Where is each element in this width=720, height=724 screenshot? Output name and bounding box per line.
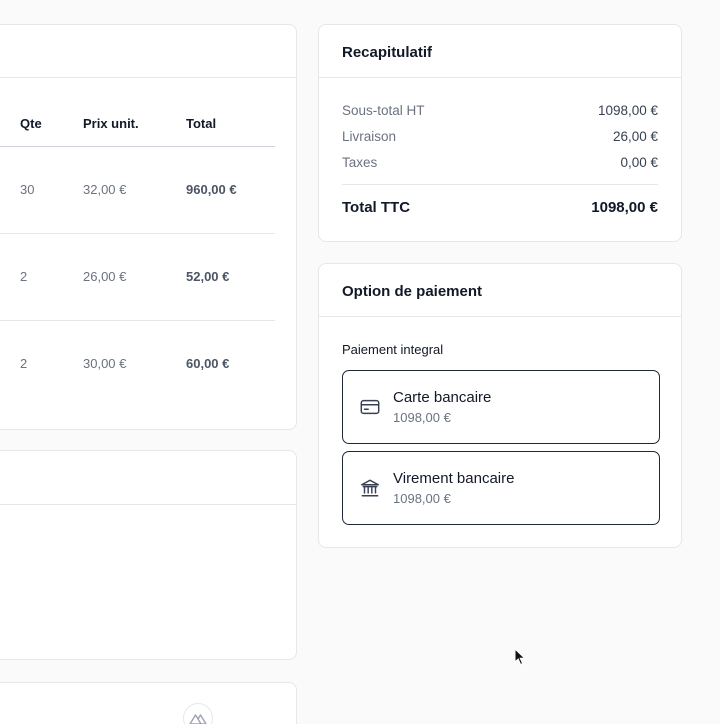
summary-label: Sous-total HT <box>342 103 425 118</box>
cell-qty: 2 <box>20 269 28 284</box>
payment-title: Option de paiement <box>319 264 681 317</box>
footer-card <box>0 682 297 724</box>
summary-title: Recapitulatif <box>319 25 681 78</box>
summary-line-shipping: Livraison 26,00 € <box>342 129 658 144</box>
bank-icon <box>361 479 379 497</box>
summary-line-taxes: Taxes 0,00 € <box>342 155 658 170</box>
table-row: 2 26,00 € 52,00 € <box>0 234 275 321</box>
summary-line-subtotal: Sous-total HT 1098,00 € <box>342 103 658 118</box>
summary-label: Taxes <box>342 155 378 170</box>
payment-option-name: Carte bancaire <box>393 389 492 406</box>
payment-option-name: Virement bancaire <box>393 470 515 487</box>
column-header-qty: Qte <box>20 116 42 131</box>
payment-option-card: Option de paiement Paiement integral Car… <box>318 263 682 548</box>
summary-card: Recapitulatif Sous-total HT 1098,00 € Li… <box>318 24 682 242</box>
credit-card-icon <box>360 399 380 415</box>
payment-option-card-payment[interactable]: Carte bancaire 1098,00 € <box>342 370 660 444</box>
payment-option-amount: 1098,00 € <box>393 410 451 425</box>
secondary-card-header <box>0 451 296 505</box>
summary-value: 1098,00 € <box>597 103 658 118</box>
summary-total-value: 1098,00 € <box>591 199 658 216</box>
column-header-total: Total <box>186 116 217 131</box>
payment-option-amount: 1098,00 € <box>393 491 451 506</box>
summary-label: Livraison <box>342 129 397 144</box>
payment-subtitle: Paiement integral <box>342 342 444 357</box>
cell-unit-price: 30,00 € <box>83 356 127 371</box>
nuxt-logo-icon <box>189 714 207 724</box>
summary-value: 26,00 € <box>612 129 658 144</box>
cell-total: 52,00 € <box>186 269 230 284</box>
order-items-card-header <box>0 25 296 78</box>
table-header: Qte Prix unit. Total <box>0 94 275 147</box>
cell-unit-price: 26,00 € <box>83 269 127 284</box>
summary-total-line: Total TTC 1098,00 € <box>342 199 658 216</box>
cell-unit-price: 32,00 € <box>83 182 127 197</box>
cell-qty: 2 <box>20 356 28 371</box>
table-row: 30 32,00 € 960,00 € <box>0 147 275 234</box>
payment-option-bank-transfer[interactable]: Virement bancaire 1098,00 € <box>342 451 660 525</box>
column-header-unit-price: Prix unit. <box>83 116 139 131</box>
order-items-card: Qte Prix unit. Total 30 32,00 € 960,00 €… <box>0 24 297 430</box>
secondary-card <box>0 450 297 660</box>
cell-total: 960,00 € <box>186 182 237 197</box>
summary-value: 0,00 € <box>620 155 658 170</box>
order-items-table: Qte Prix unit. Total 30 32,00 € 960,00 €… <box>0 94 275 408</box>
cell-qty: 30 <box>20 182 35 197</box>
summary-total-label: Total TTC <box>342 199 411 216</box>
summary-divider <box>342 184 658 185</box>
table-row: 2 30,00 € 60,00 € <box>0 321 275 408</box>
mouse-cursor-icon <box>514 648 526 666</box>
cell-total: 60,00 € <box>186 356 230 371</box>
